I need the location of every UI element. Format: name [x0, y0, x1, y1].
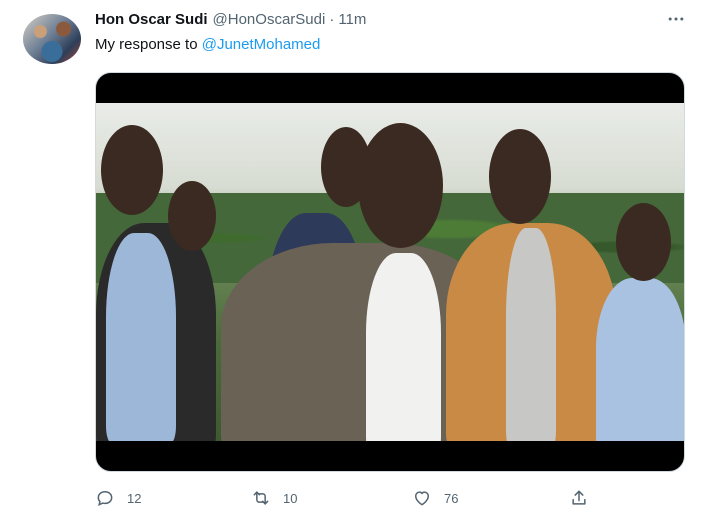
video-person-head	[168, 181, 216, 251]
video-person	[596, 278, 684, 441]
tweet-text: My response to @JunetMohamed	[95, 36, 320, 53]
like-count: 76	[444, 490, 459, 506]
reply-button[interactable]: 12	[95, 486, 141, 510]
timestamp[interactable]: 11m	[338, 11, 366, 28]
video-person-head	[616, 203, 671, 281]
avatar[interactable]	[23, 14, 81, 64]
retweet-count: 10	[283, 490, 298, 506]
video-person-head	[358, 123, 443, 248]
video-thumbnail[interactable]	[96, 103, 684, 441]
reply-icon	[97, 490, 113, 506]
video-person-head	[489, 129, 551, 224]
retweet-icon	[253, 491, 269, 505]
tweet-actions: 12 10 76	[95, 486, 595, 510]
separator: ·	[329, 11, 335, 28]
author-name[interactable]: Hon Oscar Sudi	[95, 11, 208, 28]
reply-count: 12	[127, 490, 142, 506]
video-person	[506, 228, 556, 441]
video-player[interactable]	[95, 72, 685, 472]
share-icon	[572, 490, 586, 505]
video-person	[366, 253, 441, 441]
retweet-button[interactable]: 10	[251, 486, 297, 510]
author-handle[interactable]: @HonOscarSudi	[213, 11, 326, 28]
tweet-text-prefix: My response to	[95, 36, 202, 53]
video-person	[106, 233, 176, 441]
like-button[interactable]: 76	[412, 486, 458, 510]
more-horizontal-icon	[668, 17, 684, 21]
tweet[interactable]: Hon Oscar Sudi @HonOscarSudi · 11m My re…	[0, 0, 720, 514]
tweet-header: Hon Oscar Sudi @HonOscarSudi · 11m	[95, 11, 366, 31]
mention-link[interactable]: @JunetMohamed	[202, 36, 321, 53]
more-options-button[interactable]	[664, 9, 688, 29]
video-person-head	[101, 125, 163, 215]
heart-icon	[415, 491, 429, 506]
share-button[interactable]	[569, 486, 589, 510]
